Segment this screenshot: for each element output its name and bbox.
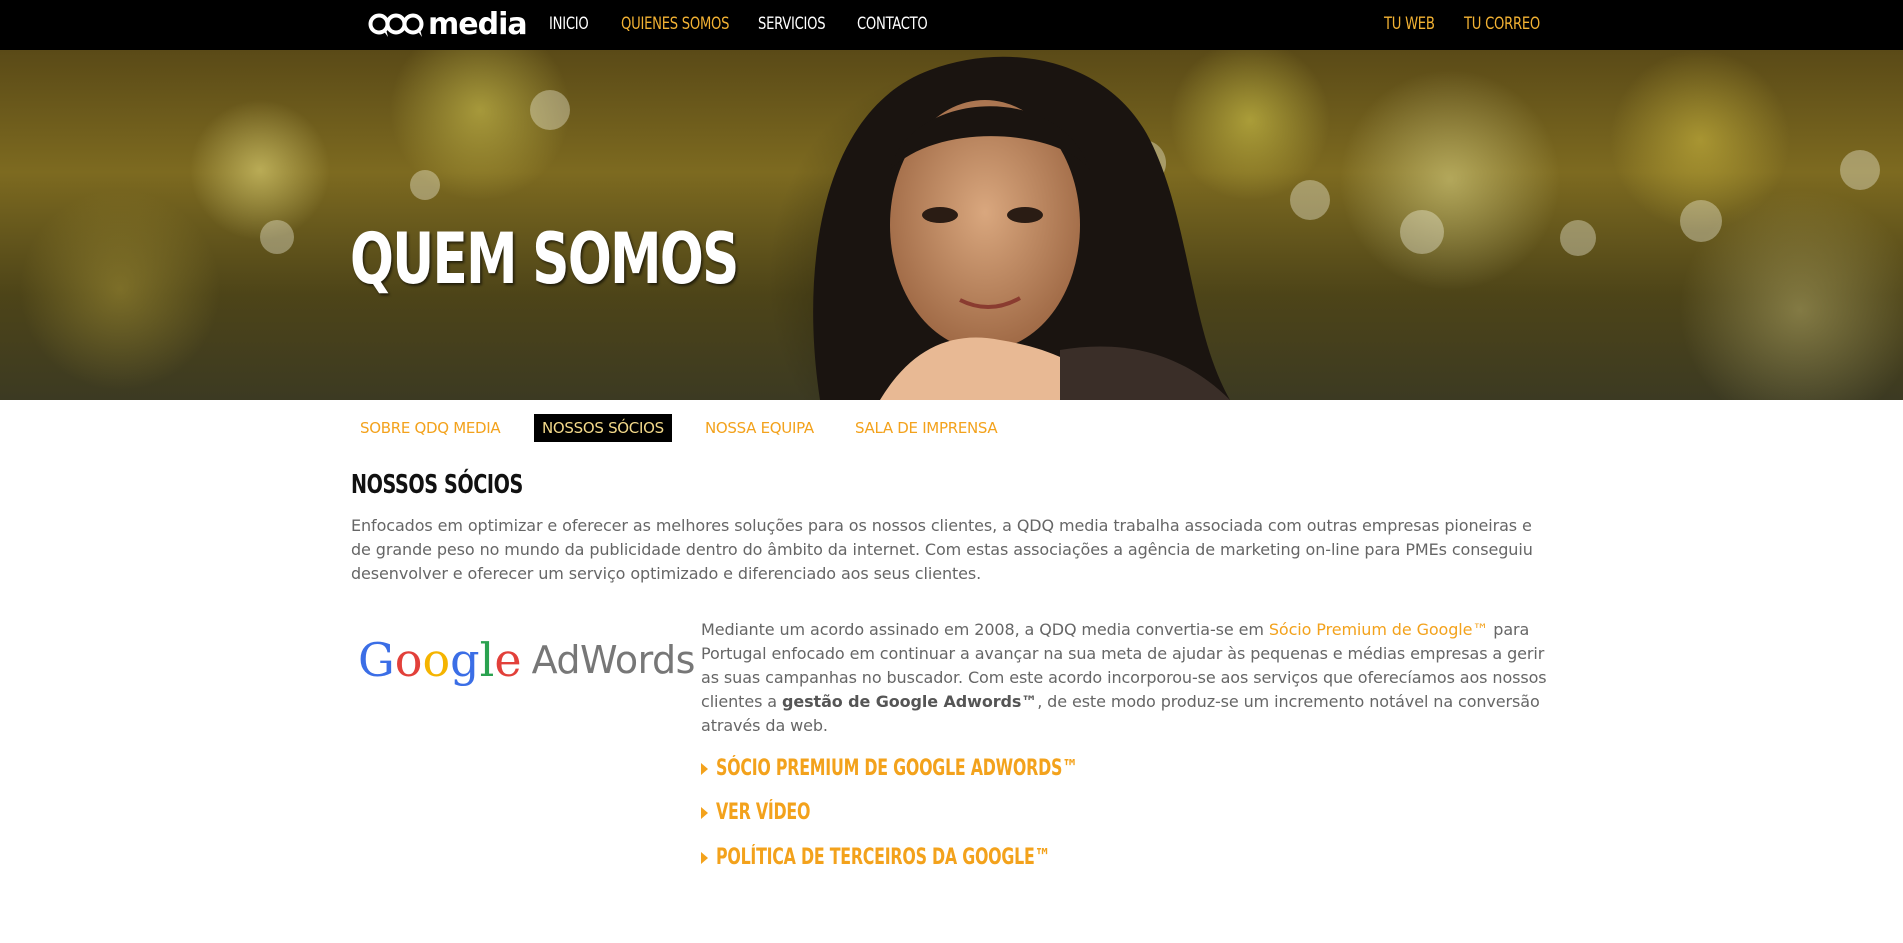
bokeh-light bbox=[410, 170, 440, 200]
nav-item-contacto[interactable]: CONTACTO bbox=[857, 14, 928, 34]
hero-banner: QUEM SOMOS bbox=[0, 50, 1903, 400]
link-label[interactable]: POLÍTICA DE TERCEIROS DA GOOGLE™ bbox=[716, 845, 1050, 870]
section-title: NOSSOS SÓCIOS bbox=[351, 470, 523, 500]
link-ver-video[interactable]: VER VÍDEO bbox=[701, 800, 834, 825]
nav-item-tu-web[interactable]: TU WEB bbox=[1384, 14, 1435, 34]
nav-item-servicios[interactable]: SERVICIOS bbox=[758, 14, 826, 34]
logo-text: media bbox=[428, 7, 528, 42]
google-wordmark: Google bbox=[358, 633, 522, 687]
tab-nossos-socios[interactable]: NOSSOS SÓCIOS bbox=[534, 414, 672, 442]
bokeh-light bbox=[1680, 200, 1722, 242]
bokeh-light bbox=[1840, 150, 1880, 190]
partner-text-part1: Mediante um acordo assinado em 2008, a Q… bbox=[701, 620, 1269, 639]
link-socio-premium-adwords[interactable]: SÓCIO PREMIUM DE GOOGLE ADWORDS™ bbox=[701, 756, 1168, 781]
bokeh-light bbox=[260, 220, 294, 254]
bokeh-light bbox=[1400, 210, 1444, 254]
hero-person-image bbox=[813, 56, 1230, 400]
qdq-media-logo[interactable]: media bbox=[368, 7, 528, 42]
hero-title: QUEM SOMOS bbox=[350, 218, 739, 300]
section-intro: Enfocados em optimizar e oferecer as mel… bbox=[351, 516, 1533, 583]
top-navbar: media INICIO QUIENES SOMOS SERVICIOS CON… bbox=[0, 0, 1903, 50]
nav-item-inicio[interactable]: INICIO bbox=[549, 14, 589, 34]
triangle-right-icon bbox=[701, 762, 708, 775]
nav-item-quienes-somos[interactable]: QUIENES SOMOS bbox=[621, 14, 730, 34]
qdq-logo-icon bbox=[368, 10, 424, 40]
triangle-right-icon bbox=[701, 806, 708, 819]
tab-nossa-equipa[interactable]: NOSSA EQUIPA bbox=[697, 414, 822, 442]
triangle-right-icon bbox=[701, 851, 708, 864]
bokeh-light bbox=[1290, 180, 1330, 220]
google-adwords-logo: Google AdWords bbox=[358, 630, 695, 690]
tab-sala-de-imprensa[interactable]: SALA DE IMPRENSA bbox=[847, 414, 1005, 442]
bokeh-light bbox=[1560, 220, 1596, 256]
partner-description: Mediante um acordo assinado em 2008, a Q… bbox=[701, 618, 1551, 738]
link-politica-terceiros-google[interactable]: POLÍTICA DE TERCEIROS DA GOOGLE™ bbox=[701, 845, 1134, 870]
socio-premium-link[interactable]: Sócio Premium de Google™ bbox=[1269, 620, 1489, 639]
adwords-wordmark: AdWords bbox=[531, 638, 696, 682]
link-label[interactable]: VER VÍDEO bbox=[716, 800, 810, 825]
bokeh-light bbox=[530, 90, 570, 130]
nav-item-tu-correo[interactable]: TU CORREO bbox=[1464, 14, 1540, 34]
link-label[interactable]: SÓCIO PREMIUM DE GOOGLE ADWORDS™ bbox=[716, 756, 1078, 781]
partner-text-bold: gestão de Google Adwords™ bbox=[782, 692, 1038, 711]
tab-sobre-qdq-media[interactable]: SOBRE QDQ MEDIA bbox=[352, 414, 508, 442]
